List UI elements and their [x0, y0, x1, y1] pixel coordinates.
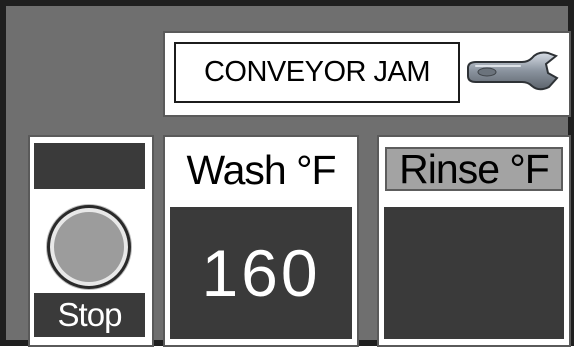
- rinse-panel: Rinse °F: [377, 135, 571, 347]
- wrench-icon[interactable]: [462, 47, 562, 99]
- alarm-panel: CONVEYOR JAM: [163, 31, 571, 117]
- stop-button[interactable]: Stop: [34, 293, 145, 337]
- rinse-temperature-display: [384, 207, 564, 339]
- wash-title: Wash °F: [186, 147, 336, 193]
- rinse-title: Rinse °F: [385, 146, 563, 192]
- stop-panel: Stop: [28, 135, 154, 347]
- stop-status-indicator: [34, 143, 145, 189]
- hmi-screen: CONVEYOR JAM Stop Wash °F 160 Rinse °F: [0, 0, 574, 347]
- wash-temperature-display: 160: [170, 207, 352, 339]
- stop-lamp-button[interactable]: [47, 205, 131, 289]
- alarm-message: CONVEYOR JAM: [174, 42, 460, 103]
- wash-panel: Wash °F 160: [163, 135, 359, 347]
